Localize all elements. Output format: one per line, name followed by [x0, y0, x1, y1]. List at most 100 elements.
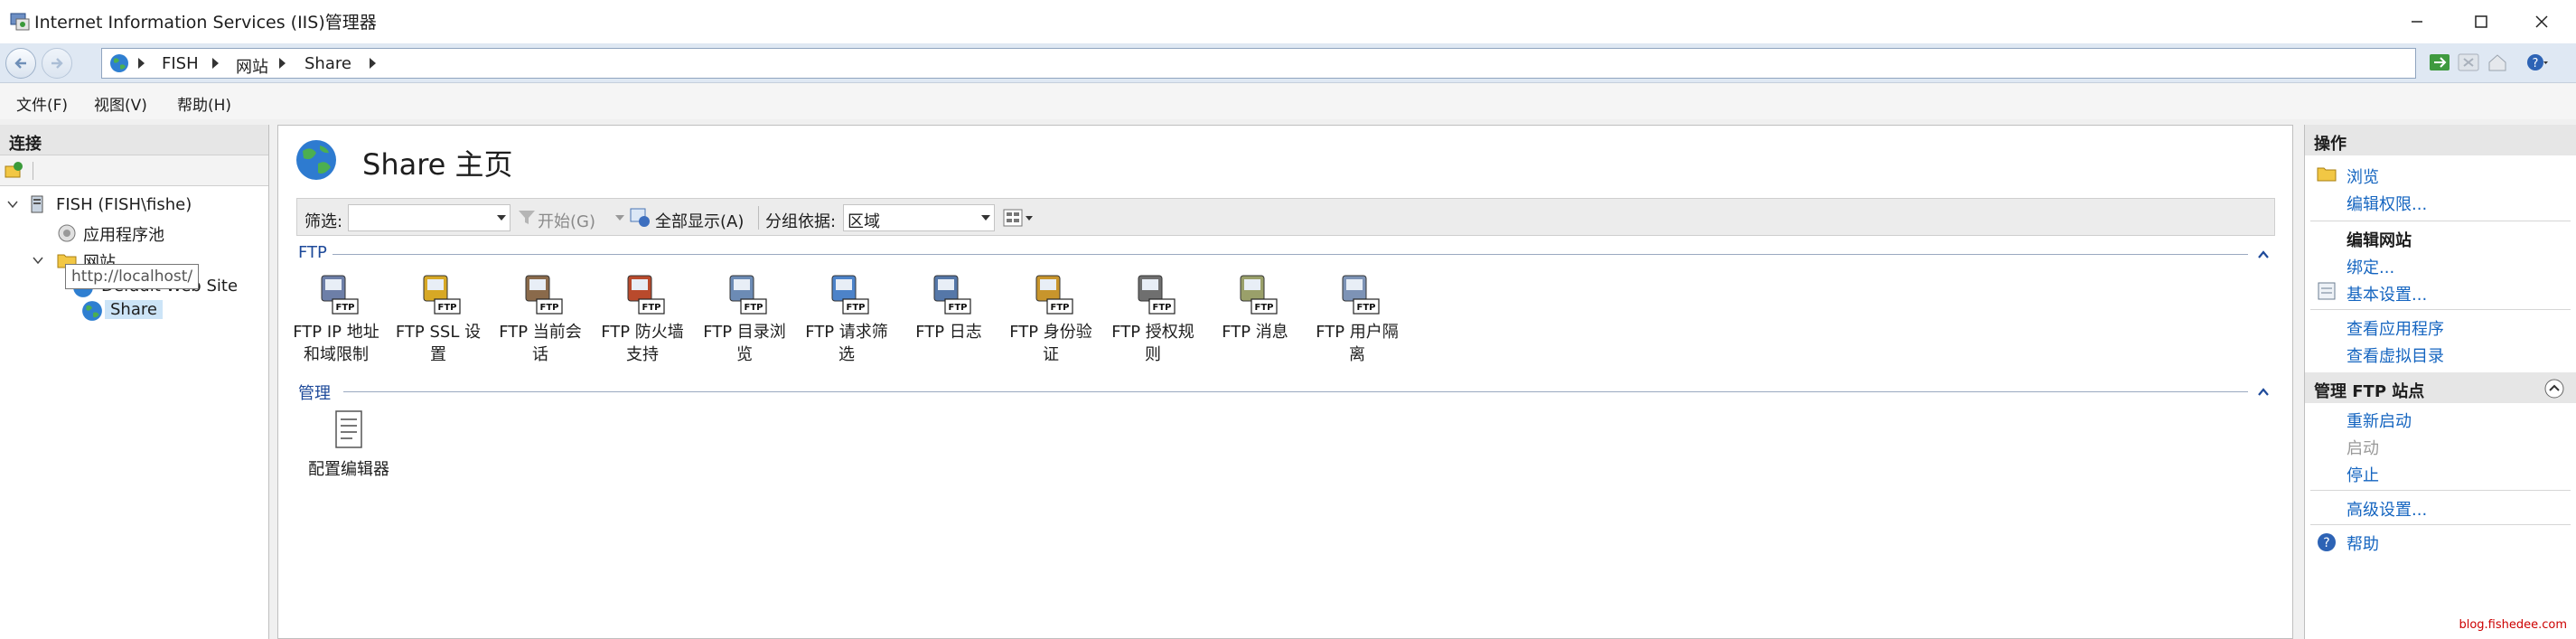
view-mode-icon[interactable] [1002, 208, 1035, 228]
connections-pane: 连接 FISH (FISH\fishe) 应用程序池 网站 Default We… [0, 125, 269, 639]
forward-arrow-icon [52, 58, 63, 69]
action-view-virtual-dirs[interactable]: 查看虚拟目录 [2347, 343, 2444, 367]
breadcrumb-share[interactable]: Share [304, 54, 351, 73]
feature-label-line1: FTP 日志 [915, 323, 982, 342]
home-icon[interactable] [2487, 52, 2508, 72]
close-icon [2535, 15, 2548, 28]
action-bindings[interactable]: 绑定... [2347, 255, 2394, 278]
tree-node-share-selected[interactable]: Share [105, 300, 163, 319]
funnel-icon [519, 211, 535, 224]
feature-label-line2: 则 [1145, 345, 1161, 364]
feature-ftp-item[interactable]: FTP FTP 身份验证 [1000, 270, 1101, 366]
start-filter-button[interactable]: 开始(G) [538, 209, 595, 232]
manage-ftp-heading: 管理 FTP 站点 [2314, 382, 2425, 401]
group-by-select[interactable]: 区域 [843, 204, 995, 231]
ftp-feature-icon: FTP [1138, 275, 1176, 315]
breadcrumb-separator-icon[interactable] [138, 58, 145, 69]
ftp-feature-icon: FTP [525, 275, 563, 315]
menu-help[interactable]: 帮助(H) [177, 92, 231, 115]
filter-input[interactable] [348, 204, 511, 231]
ftp-feature-icon: FTP [321, 275, 359, 315]
feature-ftp-item[interactable]: FTP FTP 日志 [898, 270, 999, 343]
feature-ftp-item[interactable]: FTP FTP IP 地址 和域限制 [286, 270, 387, 366]
edit-site-heading: 编辑网站 [2347, 231, 2412, 250]
minimize-button[interactable] [2383, 0, 2451, 43]
action-stop[interactable]: 停止 [2347, 463, 2379, 486]
help-icon: ? [2318, 533, 2336, 551]
feature-ftp-item[interactable]: FTP FTP 目录浏览 [694, 270, 795, 366]
breadcrumb-sites[interactable]: 网站 [236, 54, 268, 78]
stop-icon[interactable] [2458, 52, 2479, 72]
action-help[interactable]: 帮助 [2347, 531, 2379, 555]
collapse-ftp-icon[interactable] [2257, 249, 2270, 261]
iis-app-icon [10, 13, 30, 31]
connections-toolbar [0, 155, 268, 186]
svg-text:FTP: FTP [1255, 303, 1274, 313]
feature-label-line2: 选 [838, 345, 855, 364]
svg-text:FTP: FTP [1153, 303, 1172, 313]
back-button[interactable] [5, 48, 36, 79]
help-dropdown-icon[interactable]: ? [2526, 52, 2548, 72]
action-edit-permissions[interactable]: 编辑权限... [2347, 192, 2427, 215]
breadcrumb-fish[interactable]: FISH [162, 54, 199, 73]
show-all-icon [630, 208, 650, 227]
address-box[interactable]: FISH 网站 Share [101, 48, 2416, 79]
app-pool-icon [58, 224, 76, 242]
action-restart[interactable]: 重新启动 [2347, 409, 2412, 432]
feature-ftp-item[interactable]: FTP FTP 防火墙 支持 [592, 270, 693, 366]
tree-expand-icon[interactable] [33, 255, 43, 266]
tree-node-server[interactable]: FISH (FISH\fishe) [56, 195, 192, 214]
group-by-label: 分组依据: [765, 212, 837, 231]
feature-label-line2: 话 [532, 345, 548, 364]
action-view-applications[interactable]: 查看应用程序 [2347, 316, 2444, 340]
tree-node-app-pools[interactable]: 应用程序池 [83, 222, 164, 246]
feature-ftp-item[interactable]: FTP FTP 请求筛选 [796, 270, 897, 366]
feature-label-line1: FTP 目录浏 [703, 323, 786, 342]
feature-label-line2: 和域限制 [304, 345, 369, 364]
server-icon [31, 195, 43, 213]
action-basic-settings[interactable]: 基本设置... [2347, 282, 2427, 305]
show-all-button[interactable]: 全部显示(A) [655, 209, 744, 232]
ftp-feature-icon: FTP [933, 275, 971, 315]
feature-ftp-item[interactable]: FTP FTP 授权规则 [1102, 270, 1204, 366]
feature-label-line2: 览 [736, 345, 753, 364]
ftp-feature-icon: FTP [627, 275, 665, 315]
minimize-icon [2412, 21, 2422, 23]
tree-expand-icon[interactable] [7, 199, 18, 210]
feature-ftp-item[interactable]: FTP FTP 消息 [1204, 270, 1306, 343]
feature-label-line1: FTP 请求筛 [805, 323, 888, 342]
feature-config-editor[interactable]: 配置编辑器 [298, 408, 399, 481]
menu-view[interactable]: 视图(V) [94, 92, 147, 115]
action-browse[interactable]: 浏览 [2347, 164, 2379, 188]
svg-text:FTP: FTP [745, 303, 763, 313]
feature-ftp-item[interactable]: FTP FTP SSL 设置 [388, 270, 489, 366]
action-advanced-settings[interactable]: 高级设置... [2347, 497, 2427, 521]
breadcrumb-separator-icon[interactable] [279, 58, 286, 69]
ftp-feature-icon: FTP [831, 275, 869, 315]
title-bar: Internet Information Services (IIS)管理器 [0, 0, 2576, 43]
dropdown-arrow-icon [981, 215, 990, 221]
ftp-feature-icon: FTP [1342, 275, 1380, 315]
menu-file[interactable]: 文件(F) [16, 92, 68, 115]
breadcrumb-separator-icon[interactable] [370, 58, 376, 69]
connect-icon[interactable] [4, 161, 23, 181]
actions-pane: 操作 浏览 编辑权限... 编辑网站 绑定... 基本设置... 查看应用程序 … [2304, 125, 2576, 639]
dropdown-arrow-icon[interactable] [615, 215, 624, 222]
manage-ftp-header: 管理 FTP 站点 [2305, 372, 2576, 403]
ftp-feature-icon: FTP [1035, 275, 1073, 315]
feature-ftp-item[interactable]: FTP FTP 用户隔离 [1307, 270, 1408, 366]
maximize-button[interactable] [2447, 0, 2515, 43]
feature-ftp-item[interactable]: FTP FTP 当前会话 [490, 270, 591, 366]
collapse-manage-icon[interactable] [2257, 386, 2270, 399]
refresh-icon[interactable] [2429, 52, 2450, 72]
collapse-circle-icon[interactable] [2543, 378, 2565, 399]
ftp-feature-icon: FTP [1240, 275, 1278, 315]
feature-label-line2: 置 [430, 345, 446, 364]
svg-text:FTP: FTP [847, 303, 866, 313]
feature-label: 配置编辑器 [308, 460, 389, 479]
breadcrumb-separator-icon[interactable] [212, 58, 219, 69]
close-button[interactable] [2507, 0, 2576, 43]
config-editor-icon [335, 410, 362, 448]
forward-button[interactable] [42, 48, 72, 79]
window-title: Internet Information Services (IIS)管理器 [34, 13, 377, 33]
